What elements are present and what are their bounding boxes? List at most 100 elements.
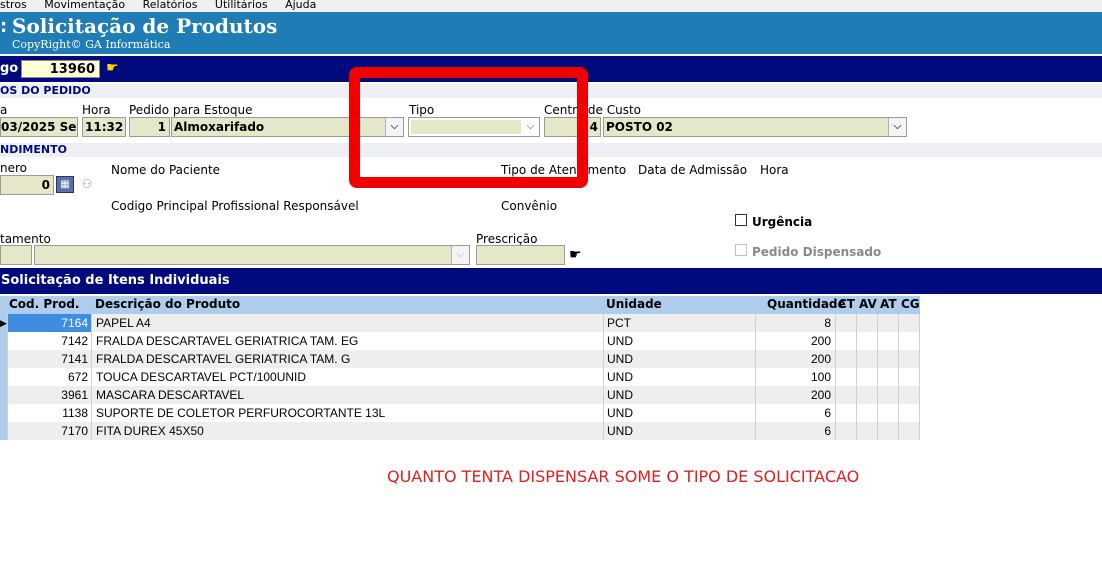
table-row[interactable]: 7142 FRALDA DESCARTAVEL GERIATRICA TAM. … xyxy=(0,332,920,350)
cell-ct[interactable] xyxy=(836,386,857,404)
estoque-code-field[interactable]: 1 xyxy=(129,117,170,137)
chevron-down-icon[interactable]: ⌵ xyxy=(451,246,469,264)
pointing-hand-icon[interactable]: ☛ xyxy=(569,247,582,263)
row-indicator[interactable] xyxy=(0,386,8,404)
cell-qtd: 200 xyxy=(810,334,831,348)
cell-av[interactable] xyxy=(857,314,878,332)
row-indicator[interactable] xyxy=(0,350,8,368)
col-av[interactable]: AV xyxy=(859,297,877,311)
data-admissao-label: Data de Admissão xyxy=(638,163,748,177)
tratamento-select[interactable]: ⌵ xyxy=(34,245,470,265)
binoculars-icon[interactable]: ⚇ xyxy=(78,176,96,193)
cell-qtd: 6 xyxy=(824,406,831,420)
chevron-down-icon[interactable]: ⌵ xyxy=(888,118,906,136)
convenio-label: Convênio xyxy=(501,199,558,213)
cell-un: PCT xyxy=(607,316,631,330)
menu-item-cadastros[interactable]: stros xyxy=(0,0,27,11)
centro-custo-select[interactable]: POSTO 02 ⌵ xyxy=(603,117,907,137)
cell-desc: FRALDA DESCARTAVEL GERIATRICA TAM. G xyxy=(96,352,351,366)
col-unidade[interactable]: Unidade xyxy=(606,297,662,311)
cell-qtd: 200 xyxy=(810,352,831,366)
pedido-dispensado-checkbox[interactable] xyxy=(735,244,747,256)
cell-cg[interactable] xyxy=(899,386,920,404)
table-row[interactable]: 1138 SUPORTE DE COLETOR PERFUROCORTANTE … xyxy=(0,404,920,422)
cell-cg[interactable] xyxy=(899,422,920,440)
menu-item-movimentacao[interactable]: Movimentação xyxy=(44,0,125,11)
calendar-icon[interactable]: ▦ xyxy=(56,176,74,193)
cell-at[interactable] xyxy=(878,386,899,404)
cell-qtd: 8 xyxy=(824,316,831,330)
cell-at[interactable] xyxy=(878,422,899,440)
menu-item-utilitarios[interactable]: Utilitários xyxy=(215,0,268,11)
cell-qtd: 100 xyxy=(810,370,831,384)
code-label: go xyxy=(0,61,19,76)
cell-av[interactable] xyxy=(857,422,878,440)
col-cod-prod[interactable]: Cod. Prod. xyxy=(9,297,79,311)
table-row[interactable]: 7141 FRALDA DESCARTAVEL GERIATRICA TAM. … xyxy=(0,350,920,368)
grid-body: ▶ 7164 PAPEL A4 PCT 8 7142 FRALDA DESCAR… xyxy=(0,314,920,440)
cell-at[interactable] xyxy=(878,404,899,422)
cell-desc: TOUCA DESCARTAVEL PCT/100UNID xyxy=(96,370,307,384)
cell-av[interactable] xyxy=(857,368,878,386)
cell-av[interactable] xyxy=(857,404,878,422)
centro-custo-select-value: POSTO 02 xyxy=(606,120,673,134)
cell-ct[interactable] xyxy=(836,404,857,422)
cell-av[interactable] xyxy=(857,386,878,404)
cell-cg[interactable] xyxy=(899,350,920,368)
numero-label: nero xyxy=(0,161,27,175)
col-at[interactable]: AT xyxy=(880,297,897,311)
numero-field[interactable]: 0 xyxy=(0,175,54,195)
pedido-estoque-label: Pedido para Estoque xyxy=(129,103,253,117)
table-row[interactable]: 672 TOUCA DESCARTAVEL PCT/100UNID UND 10… xyxy=(0,368,920,386)
cell-av[interactable] xyxy=(857,332,878,350)
cell-cg[interactable] xyxy=(899,332,920,350)
cell-at[interactable] xyxy=(878,350,899,368)
table-row[interactable]: ▶ 7164 PAPEL A4 PCT 8 xyxy=(0,314,920,332)
estoque-select-value: Almoxarifado xyxy=(174,120,265,134)
current-row-arrow-icon: ▶ xyxy=(0,318,7,328)
col-descricao[interactable]: Descrição do Produto xyxy=(95,297,240,311)
table-row[interactable]: 7170 FITA DUREX 45X50 UND 6 xyxy=(0,422,920,440)
prescricao-field[interactable] xyxy=(476,245,565,265)
cell-cg[interactable] xyxy=(899,314,920,332)
urgencia-checkbox[interactable] xyxy=(735,214,747,226)
cell-desc: MASCARA DESCARTAVEL xyxy=(96,388,245,402)
menu-item-relatorios[interactable]: Relatórios xyxy=(143,0,198,11)
data-field[interactable]: 03/2025 Sex xyxy=(0,117,78,137)
menu-item-ajuda[interactable]: Ajuda xyxy=(285,0,316,11)
pedido-dispensado-label: Pedido Dispensado xyxy=(752,245,882,259)
cell-ct[interactable] xyxy=(836,314,857,332)
row-indicator[interactable] xyxy=(0,404,8,422)
cell-un: UND xyxy=(607,334,633,348)
col-ct[interactable]: CT xyxy=(838,297,855,311)
row-indicator[interactable] xyxy=(0,422,8,440)
table-row[interactable]: 3961 MASCARA DESCARTAVEL UND 200 xyxy=(0,386,920,404)
cell-ct[interactable] xyxy=(836,422,857,440)
nome-paciente-label: Nome do Paciente xyxy=(111,163,221,177)
cell-av[interactable] xyxy=(857,350,878,368)
col-cg[interactable]: CG xyxy=(901,297,920,311)
row-indicator[interactable] xyxy=(0,332,8,350)
pointing-hand-icon[interactable]: ☛ xyxy=(106,60,119,76)
cell-cg[interactable] xyxy=(899,404,920,422)
cell-un: UND xyxy=(607,370,633,384)
cell-at[interactable] xyxy=(878,332,899,350)
row-indicator[interactable] xyxy=(0,368,8,386)
cell-at[interactable] xyxy=(878,314,899,332)
col-quantidade[interactable]: Quantidade xyxy=(767,297,846,311)
hora-field[interactable]: 11:32 xyxy=(82,117,126,137)
cell-at[interactable] xyxy=(878,368,899,386)
cell-ct[interactable] xyxy=(836,332,857,350)
code-field[interactable]: 13960 xyxy=(21,60,100,78)
urgencia-label: Urgência xyxy=(752,215,813,229)
tratamento-label: tamento xyxy=(0,232,51,246)
cell-cod: 7164 xyxy=(61,316,88,330)
cell-ct[interactable] xyxy=(836,350,857,368)
cell-cg[interactable] xyxy=(899,368,920,386)
copyright-text: CopyRight© GA Informática xyxy=(12,38,171,51)
cell-cod: 672 xyxy=(67,370,88,384)
cell-desc: SUPORTE DE COLETOR PERFUROCORTANTE 13L xyxy=(96,406,386,420)
cell-ct[interactable] xyxy=(836,368,857,386)
tratamento-code-field[interactable] xyxy=(0,245,32,265)
row-indicator[interactable]: ▶ xyxy=(0,314,8,332)
